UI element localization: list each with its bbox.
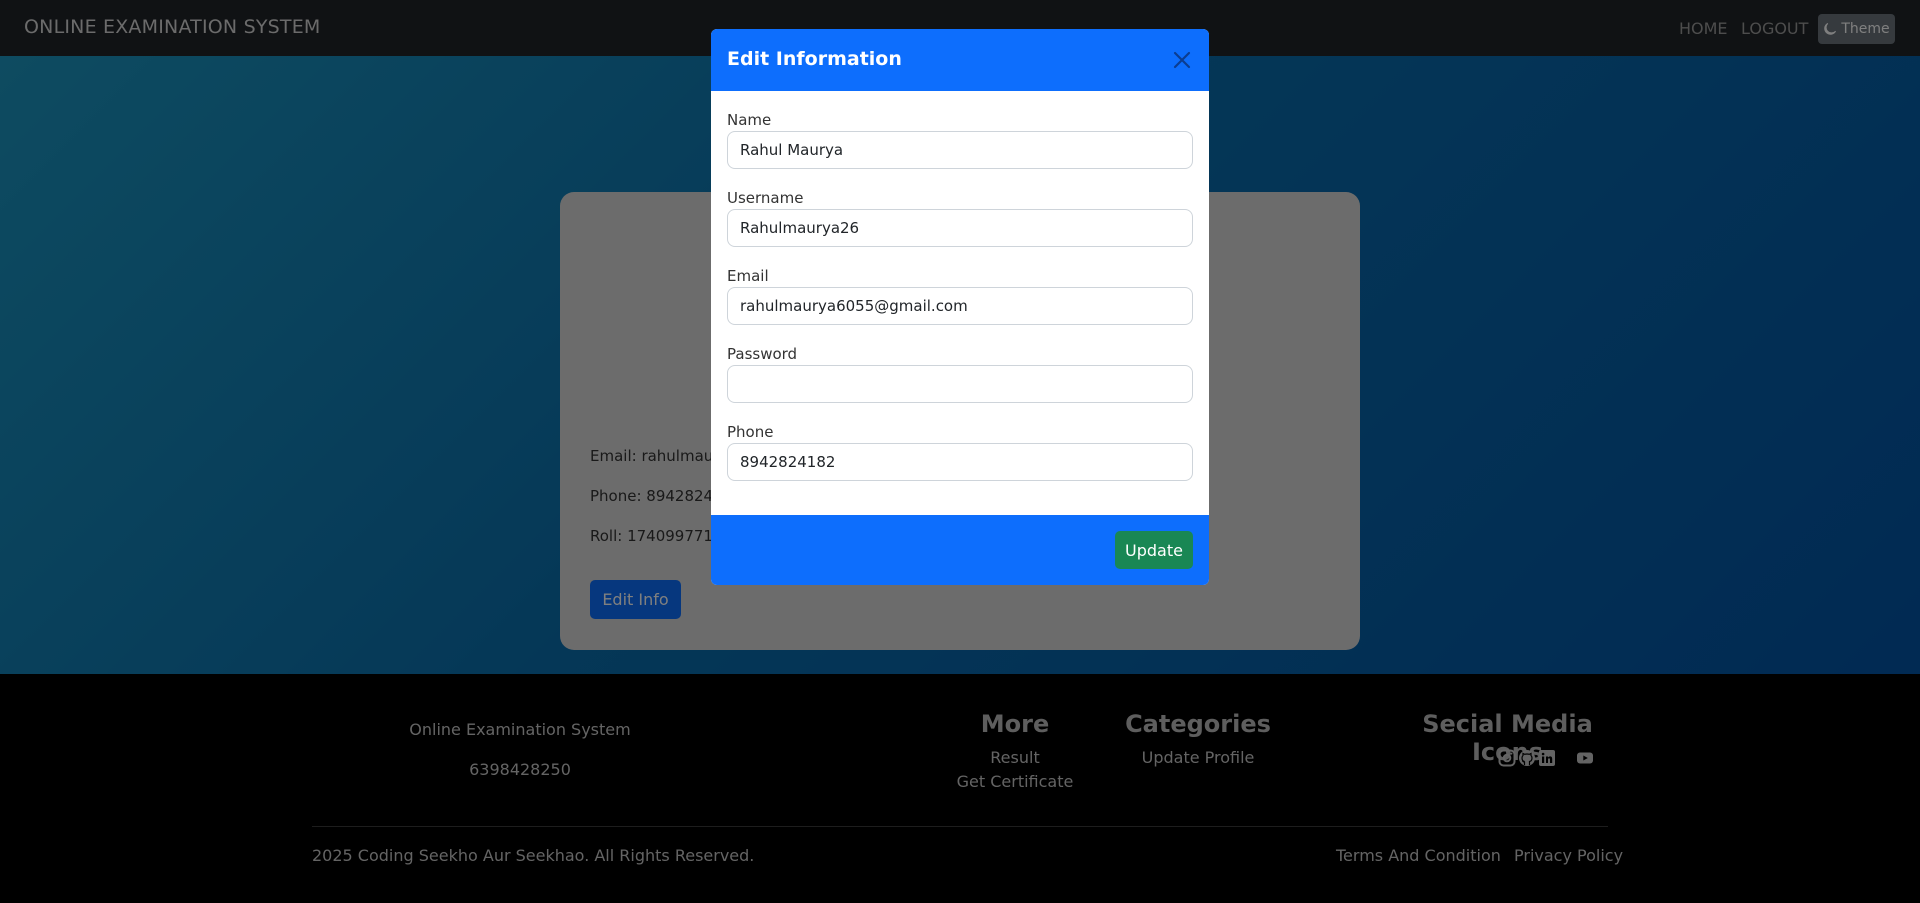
modal-title: Edit Information xyxy=(727,48,902,70)
password-label: Password xyxy=(727,345,798,363)
phone-input[interactable] xyxy=(727,443,1193,481)
close-icon xyxy=(1173,51,1191,69)
modal-footer: Update xyxy=(711,515,1209,585)
edit-information-modal: Edit Information Name Username Email Pas… xyxy=(711,29,1209,585)
email-label: Email xyxy=(727,267,769,285)
name-label: Name xyxy=(727,111,772,129)
username-label: Username xyxy=(727,189,804,207)
modal-header: Edit Information xyxy=(711,29,1209,91)
email-input[interactable] xyxy=(727,287,1193,325)
username-input[interactable] xyxy=(727,209,1193,247)
update-button[interactable]: Update xyxy=(1115,531,1193,569)
phone-label: Phone xyxy=(727,423,774,441)
name-input[interactable] xyxy=(727,131,1193,169)
password-input[interactable] xyxy=(727,365,1193,403)
close-button[interactable] xyxy=(1171,49,1193,71)
